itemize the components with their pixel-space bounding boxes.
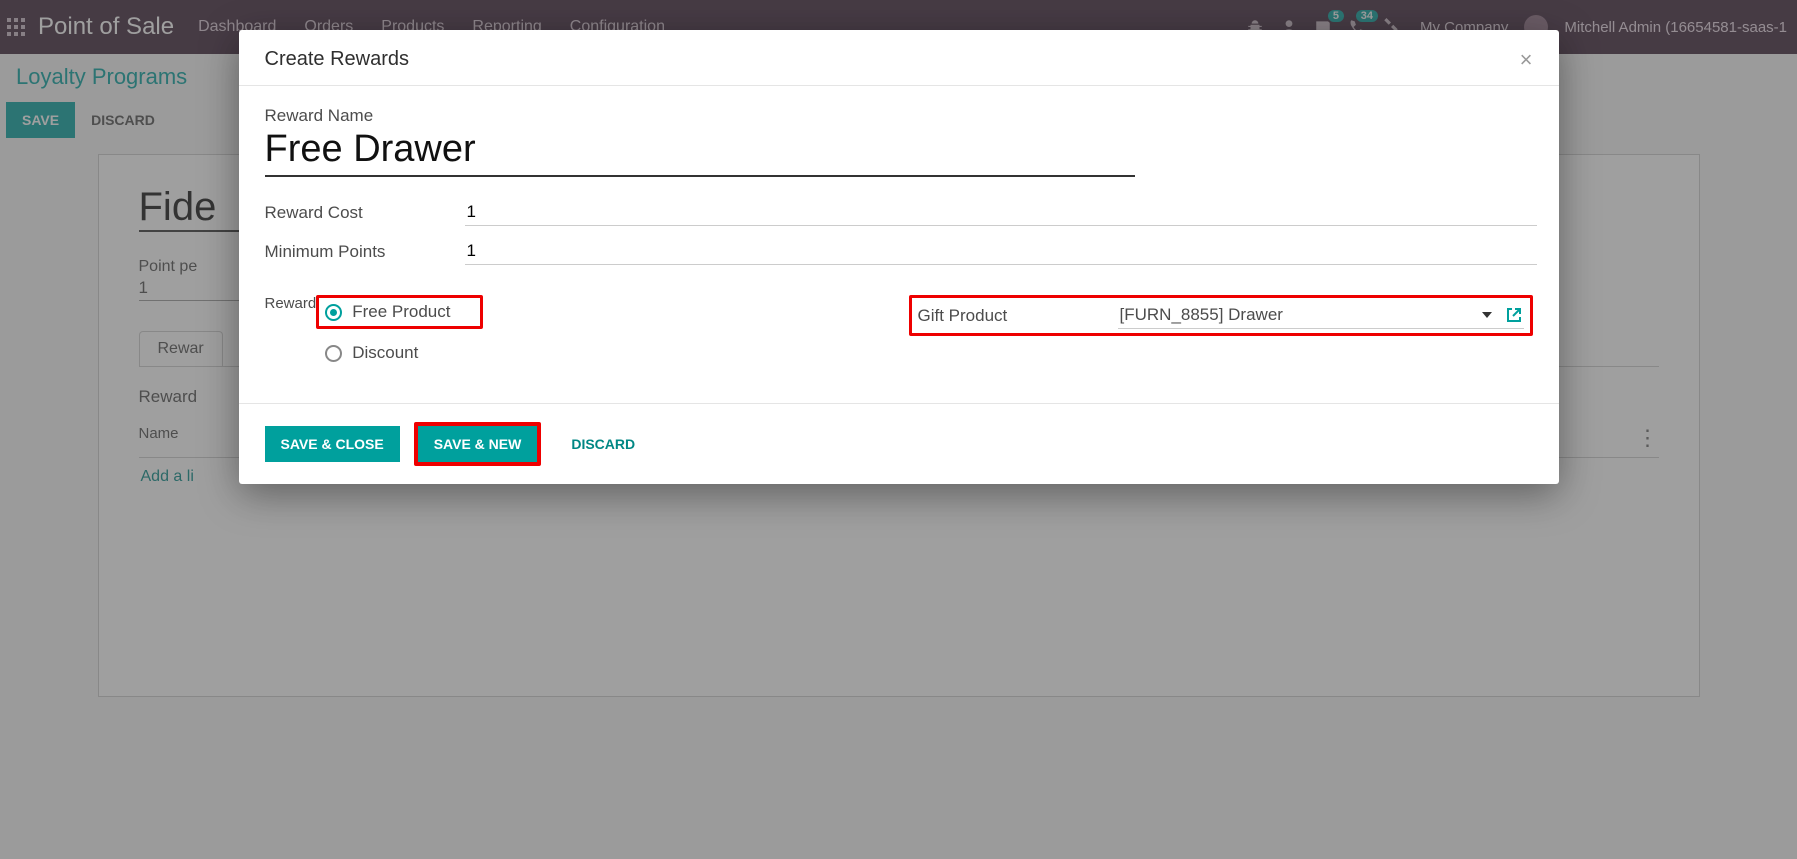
modal-footer: SAVE & CLOSE SAVE & NEW DISCARD bbox=[239, 403, 1559, 484]
close-icon[interactable]: × bbox=[1520, 49, 1533, 71]
radio-discount-label: Discount bbox=[352, 343, 418, 363]
gift-product-label: Gift Product bbox=[918, 306, 1118, 326]
minimum-points-label: Minimum Points bbox=[265, 238, 465, 262]
create-rewards-modal: Create Rewards × Reward Name Reward Cost… bbox=[239, 30, 1559, 484]
save-new-button[interactable]: SAVE & NEW bbox=[418, 426, 538, 462]
radio-free-product-label: Free Product bbox=[352, 302, 450, 322]
reward-name-input[interactable] bbox=[265, 126, 1135, 177]
chevron-down-icon[interactable] bbox=[1482, 312, 1492, 318]
save-close-button[interactable]: SAVE & CLOSE bbox=[265, 426, 400, 462]
reward-cost-label: Reward Cost bbox=[265, 199, 465, 223]
radio-icon bbox=[325, 304, 342, 321]
modal-overlay: Create Rewards × Reward Name Reward Cost… bbox=[0, 0, 1797, 859]
gift-product-field[interactable]: [FURN_8855] Drawer bbox=[1118, 302, 1524, 329]
reward-type-radiogroup: Free Product Discount bbox=[316, 295, 483, 363]
reward-name-label: Reward Name bbox=[265, 106, 1533, 126]
modal-title: Create Rewards bbox=[265, 48, 410, 71]
modal-header: Create Rewards × bbox=[239, 30, 1559, 86]
gift-product-value: [FURN_8855] Drawer bbox=[1120, 305, 1482, 325]
external-link-icon[interactable] bbox=[1506, 307, 1522, 323]
radio-icon bbox=[325, 345, 342, 362]
reward-type-label: Reward bbox=[265, 295, 317, 312]
radio-discount[interactable]: Discount bbox=[316, 343, 483, 363]
modal-body: Reward Name Reward Cost Minimum Points R… bbox=[239, 86, 1559, 403]
minimum-points-input[interactable] bbox=[465, 238, 1537, 265]
radio-free-product[interactable]: Free Product bbox=[325, 302, 450, 322]
reward-cost-input[interactable] bbox=[465, 199, 1537, 226]
modal-discard-button[interactable]: DISCARD bbox=[555, 426, 651, 462]
